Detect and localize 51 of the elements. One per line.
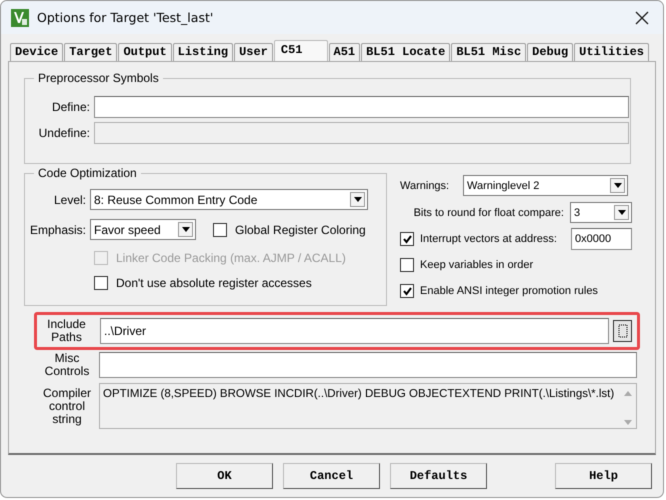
dialog-button[interactable]: OK xyxy=(176,463,273,489)
field-label: Define: xyxy=(50,100,91,114)
field-label: Undefine: xyxy=(38,126,91,140)
tab[interactable]: A51 xyxy=(328,43,360,61)
emphasis-dropdown[interactable]: Favor speed xyxy=(90,219,196,240)
checkbox[interactable] xyxy=(94,276,108,290)
field-label: Emphasis: xyxy=(28,222,87,236)
dialog-button[interactable]: Cancel xyxy=(283,463,380,489)
checkbox-label: Interrupt vectors at address: xyxy=(420,233,557,245)
app-logo-icon xyxy=(11,8,29,26)
field-label: Level: xyxy=(52,192,87,206)
tab[interactable]: User xyxy=(234,43,273,61)
close-icon[interactable] xyxy=(635,10,649,24)
input-field[interactable] xyxy=(99,352,637,378)
dialog-button[interactable]: Help xyxy=(555,463,652,489)
checkbox-label: Linker Code Packing (max. AJMP / ACALL) xyxy=(116,251,346,265)
group-title: Preprocessor Symbols xyxy=(34,71,163,85)
tab[interactable]: Debug xyxy=(527,43,574,61)
group-title: Code Optimization xyxy=(34,166,141,180)
dropdown[interactable]: 3 xyxy=(570,202,632,223)
checkbox-label: Keep variables in order xyxy=(420,259,534,271)
tab[interactable]: BL51 Locate xyxy=(361,43,450,61)
tab[interactable]: C51 xyxy=(274,40,328,61)
tab[interactable]: Device xyxy=(10,43,64,61)
checkbox-label: Don't use absolute register accesses xyxy=(116,276,312,290)
field-label: Warnings: xyxy=(400,180,450,192)
dialog-button[interactable]: Defaults xyxy=(390,463,487,489)
tab[interactable]: BL51 Misc xyxy=(451,43,526,61)
level-dropdown[interactable]: 8: Reuse Common Entry Code xyxy=(90,189,368,210)
field-label: Compiler control string xyxy=(42,386,92,426)
address-field[interactable]: 0x0000 xyxy=(571,228,632,250)
tab[interactable]: Utilities xyxy=(574,43,649,61)
tab[interactable]: Output xyxy=(118,43,172,61)
checkbox[interactable] xyxy=(213,222,227,236)
dotted-frame-icon xyxy=(618,324,628,338)
browse-button[interactable] xyxy=(613,320,632,342)
checkbox[interactable] xyxy=(400,232,414,246)
input-field[interactable] xyxy=(94,96,629,118)
tab[interactable]: Target xyxy=(64,43,118,61)
dropdown[interactable]: Warninglevel 2 xyxy=(463,175,628,196)
checkbox[interactable] xyxy=(400,284,414,298)
window-title: Options for Target 'Test_last' xyxy=(37,10,214,25)
checkbox-label: Global Register Coloring xyxy=(235,222,366,236)
field-label: Include Paths xyxy=(46,318,87,344)
input-field[interactable]: ..\Driver xyxy=(100,318,609,344)
text-area: OPTIMIZE (8,SPEED) BROWSE INCDIR(..\Driver) DEBUG OBJECTEXTEND PRINT(.\Listings\*.lst) xyxy=(99,383,637,429)
checkbox[interactable] xyxy=(400,258,414,272)
tab[interactable]: Listing xyxy=(172,43,234,61)
checkbox-label: Enable ANSI integer promotion rules xyxy=(420,285,598,297)
field-label: Bits to round for float compare: xyxy=(414,206,565,218)
field-label: Misc Controls xyxy=(44,352,90,378)
